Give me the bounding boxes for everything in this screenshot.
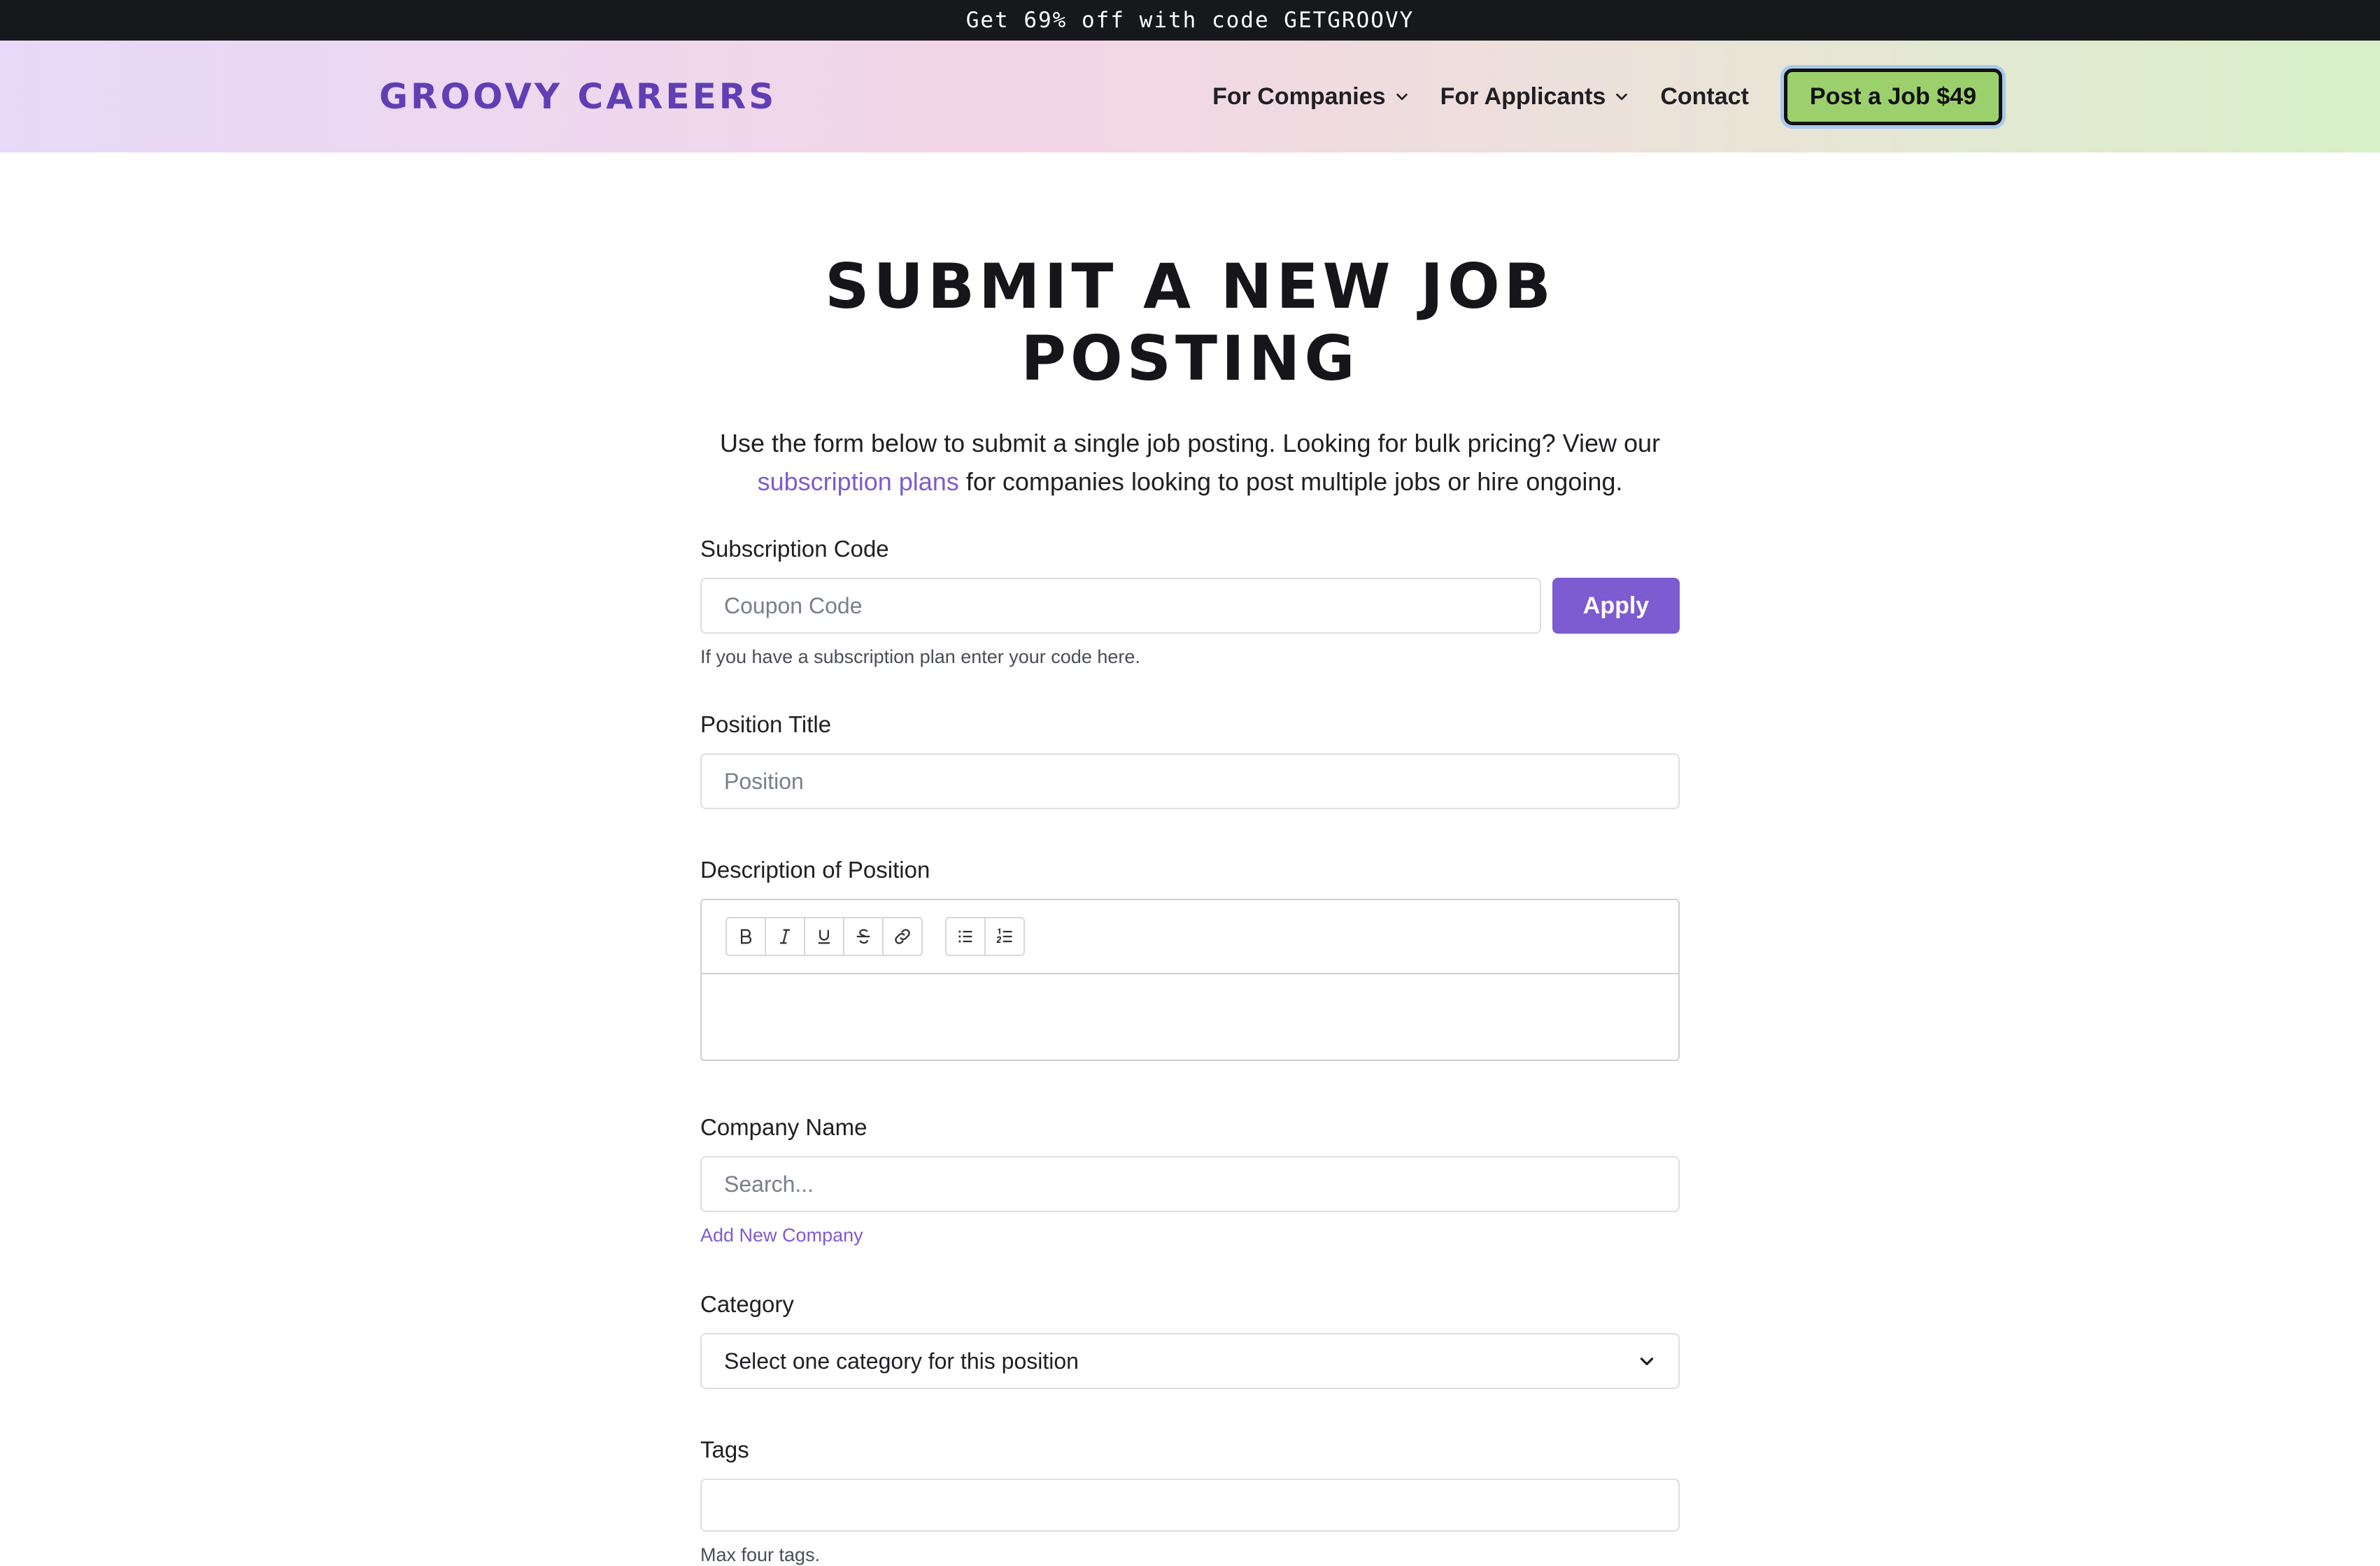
position-title-field: Position Title — [700, 711, 1680, 809]
promo-banner: Get 69% off with code GETGROOVY — [0, 0, 2380, 41]
position-title-label: Position Title — [700, 711, 832, 737]
underline-button[interactable] — [805, 918, 844, 955]
tags-label: Tags — [700, 1437, 749, 1462]
category-selected-value: Select one category for this position — [724, 1348, 1079, 1374]
subscription-plans-link[interactable]: subscription plans — [758, 467, 959, 496]
nav-label: For Applicants — [1440, 83, 1606, 110]
link-button[interactable] — [884, 918, 921, 955]
intro-before: Use the form below to submit a single jo… — [719, 429, 1661, 457]
italic-button[interactable] — [766, 918, 805, 955]
editor-content-area[interactable] — [702, 974, 1678, 1060]
subscription-help-text: If you have a subscription plan enter yo… — [700, 646, 1140, 667]
description-label: Description of Position — [700, 857, 930, 883]
nav-label: For Companies — [1212, 83, 1386, 110]
subscription-code-label: Subscription Code — [700, 536, 889, 562]
bold-button[interactable] — [727, 918, 766, 955]
list-button-group — [945, 917, 1025, 956]
main-nav: For Companies For Applicants Contact Pos… — [1212, 41, 2002, 152]
company-search-input[interactable] — [700, 1156, 1680, 1212]
company-name-label: Company Name — [700, 1114, 867, 1140]
tags-field: Tags Max four tags. — [700, 1437, 1680, 1566]
italic-icon — [780, 929, 790, 944]
numbered-list-button[interactable] — [986, 918, 1023, 955]
bullet-list-icon — [958, 930, 972, 943]
underline-icon — [818, 930, 830, 944]
page-title: SUBMIT A NEW JOB POSTING — [825, 250, 1555, 394]
category-select[interactable]: Select one category for this position — [700, 1333, 1680, 1389]
nav-for-applicants[interactable]: For Applicants — [1440, 83, 1630, 111]
intro-text: Use the form below to submit a single jo… — [700, 424, 1680, 501]
logo[interactable]: GROOVY CAREERS — [379, 41, 777, 152]
chevron-down-icon — [1616, 93, 1628, 101]
strikethrough-icon — [856, 929, 870, 944]
company-name-field: Company Name Add New Company — [700, 1114, 1680, 1246]
main-content: SUBMIT A NEW JOB POSTING Use the form be… — [700, 152, 1680, 1566]
position-title-input[interactable] — [700, 753, 1680, 809]
chevron-down-icon — [1640, 1358, 1654, 1365]
nav-for-companies[interactable]: For Companies — [1212, 83, 1409, 111]
tags-input[interactable] — [700, 1479, 1680, 1532]
bold-icon — [741, 929, 752, 944]
post-job-button[interactable]: Post a Job $49 — [1783, 68, 2002, 125]
site-header: GROOVY CAREERS For Companies For Applica… — [0, 41, 2380, 152]
rich-text-editor — [700, 899, 1680, 1061]
editor-toolbar — [702, 900, 1678, 974]
nav-contact[interactable]: Contact — [1660, 83, 1749, 111]
coupon-code-input[interactable] — [700, 578, 1541, 634]
format-button-group — [725, 917, 923, 956]
description-field: Description of Position — [700, 857, 1680, 1061]
bullet-list-button[interactable] — [947, 918, 986, 955]
numbered-list-icon — [996, 927, 1012, 944]
promo-text: Get 69% off with code GETGROOVY — [965, 8, 1415, 33]
chevron-down-icon — [1396, 93, 1408, 101]
nav-label: Contact — [1660, 83, 1749, 110]
category-field: Category Select one category for this po… — [700, 1291, 1680, 1389]
intro-after: for companies looking to post multiple j… — [965, 467, 1623, 496]
strikethrough-button[interactable] — [844, 918, 884, 955]
subscription-code-field: Subscription Code Apply If you have a su… — [700, 536, 1680, 668]
tags-help-text: Max four tags. — [700, 1544, 821, 1565]
link-icon — [895, 929, 910, 944]
category-label: Category — [700, 1291, 794, 1317]
apply-button[interactable]: Apply — [1552, 578, 1680, 634]
add-new-company-link[interactable]: Add New Company — [700, 1225, 863, 1246]
